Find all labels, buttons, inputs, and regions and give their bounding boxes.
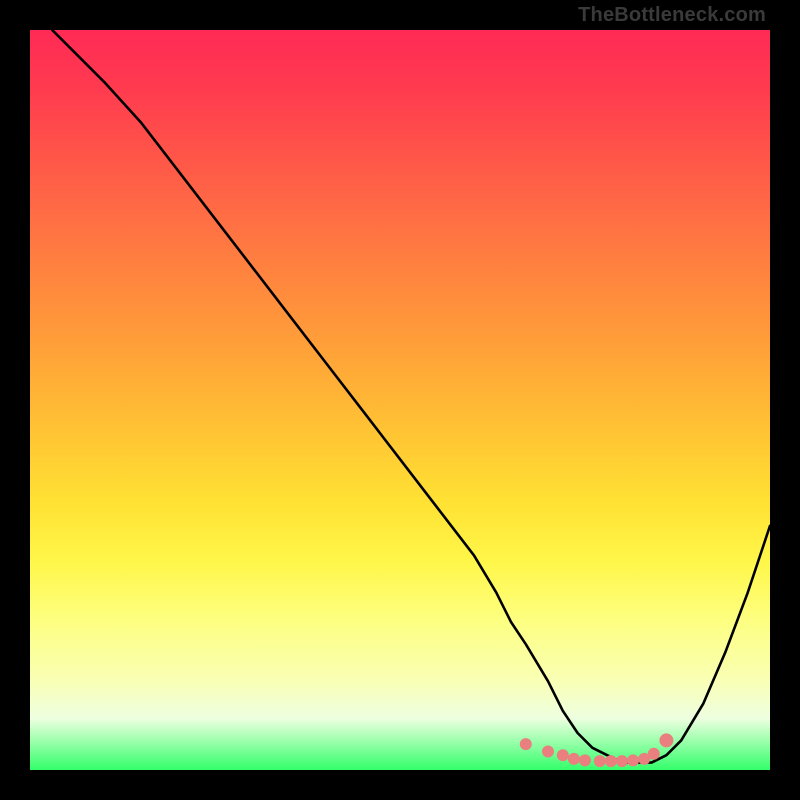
plot-gradient-background <box>30 30 770 770</box>
chart-frame: TheBottleneck.com <box>0 0 800 800</box>
watermark-text: TheBottleneck.com <box>578 4 766 27</box>
